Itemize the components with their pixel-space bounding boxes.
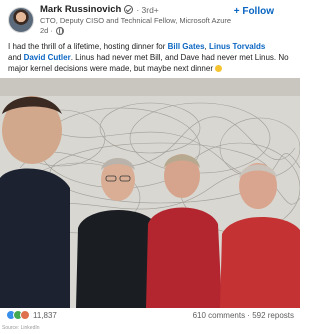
linkedin-post: Mark Russinovich · 3rd+ CTO, Deputy CISO… (0, 0, 300, 334)
avatar[interactable] (8, 7, 34, 33)
post-stats: 610 comments · 592 reposts (193, 311, 294, 320)
connection-degree: · 3rd+ (136, 4, 159, 15)
text-line1: I had the thrill of a lifetime, hosting … (8, 42, 168, 51)
comments-count[interactable]: 610 comments (193, 311, 245, 320)
mention-linus-torvalds[interactable]: Linus Torvalds (209, 42, 265, 51)
post-meta: 2d · (40, 26, 64, 35)
follow-button[interactable]: + Follow (234, 6, 274, 17)
mention-bill-gates[interactable]: Bill Gates (168, 42, 205, 51)
reposts-count[interactable]: 592 reposts (252, 311, 294, 320)
love-icon (20, 310, 30, 320)
author-row: Mark Russinovich · 3rd+ (40, 4, 159, 15)
post-time: 2d · (40, 26, 53, 35)
post-photo[interactable] (0, 78, 300, 308)
photo-illustration (0, 78, 300, 308)
verified-icon (124, 5, 134, 14)
author-name[interactable]: Mark Russinovich (40, 4, 121, 15)
post-text: I had the thrill of a lifetime, hosting … (8, 41, 296, 74)
globe-icon (55, 26, 64, 35)
source-caption: Source: LinkedIn (2, 325, 40, 331)
author-headline: CTO, Deputy CISO and Technical Fellow, M… (40, 16, 232, 25)
smile-emoji-icon (215, 65, 223, 72)
text-and: and (8, 53, 24, 62)
reaction-count: 11,837 (33, 310, 57, 320)
reactions-summary[interactable]: 11,837 (6, 310, 57, 320)
mention-david-cutler[interactable]: David Cutler (24, 53, 71, 62)
